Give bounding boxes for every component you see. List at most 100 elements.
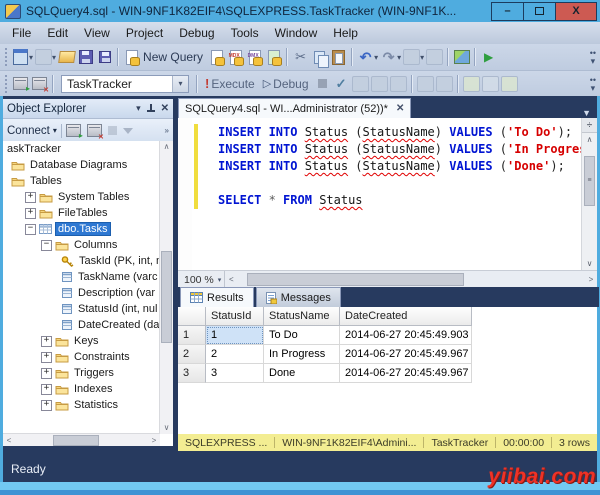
scroll-left-icon[interactable]: < <box>3 436 15 445</box>
new-query-button[interactable]: New Query <box>143 50 203 64</box>
include-client-statistics-button[interactable] <box>435 75 453 92</box>
code-area[interactable]: INSERT INTO Status (StatusName) VALUES (… <box>178 124 582 270</box>
grid-cell[interactable]: 2014-06-27 20:45:49.903 <box>340 326 472 345</box>
editor-vertical-scrollbar[interactable]: ÷ ∧ ≡ ∨ <box>581 118 597 270</box>
column-header-statusname[interactable]: StatusName <box>264 307 340 326</box>
results-to-grid-button[interactable] <box>481 75 499 92</box>
tree-item-statistics[interactable]: + Statistics <box>3 397 160 413</box>
cut-button[interactable]: ✂ <box>292 49 309 66</box>
window-position-dropdown-icon[interactable]: ▾ <box>136 103 141 114</box>
redo-dropdown[interactable]: ▾ <box>397 53 401 62</box>
splitter-handle-icon[interactable]: ÷ <box>582 118 597 133</box>
menu-project[interactable]: Project <box>118 24 171 42</box>
maximize-button[interactable] <box>523 1 556 21</box>
query-options-button[interactable] <box>370 75 388 92</box>
tree-item-taskname-varc[interactable]: TaskName (varc <box>3 269 160 285</box>
paste-button[interactable] <box>330 49 347 66</box>
auto-hide-pin-icon[interactable] <box>146 103 155 114</box>
scroll-right-icon[interactable]: > <box>585 275 597 284</box>
grid-corner-cell[interactable] <box>178 307 206 326</box>
row-header[interactable]: 2 <box>178 345 206 364</box>
display-estimated-plan-button[interactable] <box>351 75 369 92</box>
analysis-dmx-query-button[interactable]: DMX <box>246 49 263 66</box>
tree-item-datecreated-da[interactable]: DateCreated (da <box>3 317 160 333</box>
oe-toolbar-overflow[interactable]: » <box>165 126 169 135</box>
toolbar1-overflow-button[interactable]: •• ▾ <box>590 49 596 66</box>
grid-cell[interactable]: 1 <box>206 326 264 345</box>
collapse-icon[interactable]: − <box>25 223 36 235</box>
object-explorer-vertical-scrollbar[interactable]: ∧ ∨ <box>159 141 173 434</box>
tree-item-filetables[interactable]: + FileTables <box>3 205 160 221</box>
query-document-tab[interactable]: SQLQuery4.sql - WI...Administrator (52))… <box>178 98 412 118</box>
database-combo-dropdown[interactable]: ▾ <box>172 75 188 92</box>
parse-button[interactable]: ✓ <box>333 75 350 92</box>
expand-icon[interactable]: + <box>41 335 52 347</box>
tree-item-tables[interactable]: Tables <box>3 173 160 189</box>
grid-cell[interactable]: 3 <box>206 364 264 383</box>
row-header[interactable]: 3 <box>178 364 206 383</box>
scroll-down-icon[interactable]: ∨ <box>582 257 597 270</box>
tree-item-constraints[interactable]: + Constraints <box>3 349 160 365</box>
open-file-button[interactable] <box>57 49 76 66</box>
sql-editor[interactable]: INSERT INTO Status (StatusName) VALUES (… <box>178 118 597 270</box>
toolbar-grip[interactable] <box>3 48 8 66</box>
database-engine-query-button[interactable] <box>208 49 225 66</box>
available-databases-combo[interactable]: TaskTracker ▾ <box>61 74 189 93</box>
menu-view[interactable]: View <box>76 24 118 42</box>
navigate-back-dropdown[interactable]: ▾ <box>420 53 424 62</box>
connect-button[interactable] <box>12 75 30 93</box>
connect-dropdown-button[interactable]: Connect <box>7 125 50 137</box>
save-all-button[interactable] <box>96 49 113 66</box>
toolbar-grip[interactable] <box>3 74 8 93</box>
save-button[interactable] <box>77 49 94 66</box>
tree-item-indexes[interactable]: + Indexes <box>3 381 160 397</box>
execute-button[interactable]: Execute <box>211 77 254 91</box>
undo-button[interactable]: ↶ <box>357 49 374 66</box>
expand-icon[interactable]: + <box>25 207 36 219</box>
navigate-forward-button[interactable] <box>426 49 444 66</box>
menu-window[interactable]: Window <box>267 24 326 42</box>
grid-cell[interactable]: 2014-06-27 20:45:49.967 <box>340 345 472 364</box>
expand-icon[interactable]: + <box>41 383 52 395</box>
tree-item-system-tables[interactable]: + System Tables <box>3 189 160 205</box>
tree-item-statusid-int-nul[interactable]: StatusId (int, nul <box>3 301 160 317</box>
add-item-dropdown[interactable]: ▾ <box>52 53 56 62</box>
tab-messages[interactable]: Messages <box>255 287 341 307</box>
tree-item-taskid-pk-int-n[interactable]: TaskId (PK, int, n <box>3 253 160 269</box>
grid-cell[interactable]: To Do <box>264 326 340 345</box>
xmla-query-button[interactable] <box>265 49 282 66</box>
stop-button[interactable] <box>314 75 331 92</box>
editor-zoom-combo[interactable]: 100 % ▾ <box>178 271 226 288</box>
toolbar2-overflow-button[interactable]: •• ▾ <box>590 75 596 92</box>
grid-cell[interactable]: 2 <box>206 345 264 364</box>
scroll-right-icon[interactable]: > <box>148 436 160 445</box>
new-project-dropdown[interactable]: ▾ <box>29 53 33 62</box>
change-connection-button[interactable] <box>31 75 49 94</box>
scroll-down-icon[interactable]: ∨ <box>160 422 173 434</box>
navigate-back-button[interactable] <box>403 49 421 66</box>
activity-monitor-button[interactable] <box>453 49 470 66</box>
active-files-dropdown-icon[interactable]: ▼ <box>582 105 597 118</box>
include-actual-plan-button[interactable] <box>416 75 434 92</box>
expand-icon[interactable]: + <box>41 399 52 411</box>
connect-dropdown-caret[interactable]: ▾ <box>53 126 57 135</box>
panel-close-icon[interactable]: ✕ <box>161 103 169 114</box>
scroll-left-icon[interactable]: < <box>225 275 237 284</box>
expand-icon[interactable]: + <box>25 191 36 203</box>
collapse-icon[interactable]: − <box>41 239 52 251</box>
connect-object-explorer-icon[interactable] <box>65 124 83 140</box>
grid-cell[interactable]: 2014-06-27 20:45:49.967 <box>340 364 472 383</box>
minimize-button[interactable]: – <box>491 1 524 21</box>
grid-cell[interactable]: Done <box>264 364 340 383</box>
start-button[interactable]: ▶ <box>480 49 497 66</box>
scroll-up-icon[interactable]: ∧ <box>582 133 597 146</box>
column-header-datecreated[interactable]: DateCreated <box>340 307 472 326</box>
tree-item-keys[interactable]: + Keys <box>3 333 160 349</box>
scroll-up-icon[interactable]: ∧ <box>160 141 173 153</box>
redo-button[interactable]: ↷ <box>380 49 397 66</box>
analysis-mdx-query-button[interactable]: MDX <box>227 49 244 66</box>
menu-tools[interactable]: Tools <box>223 24 267 42</box>
tree-item-triggers[interactable]: + Triggers <box>3 365 160 381</box>
grid-cell[interactable]: In Progress <box>264 345 340 364</box>
intellisense-button[interactable] <box>389 75 407 92</box>
